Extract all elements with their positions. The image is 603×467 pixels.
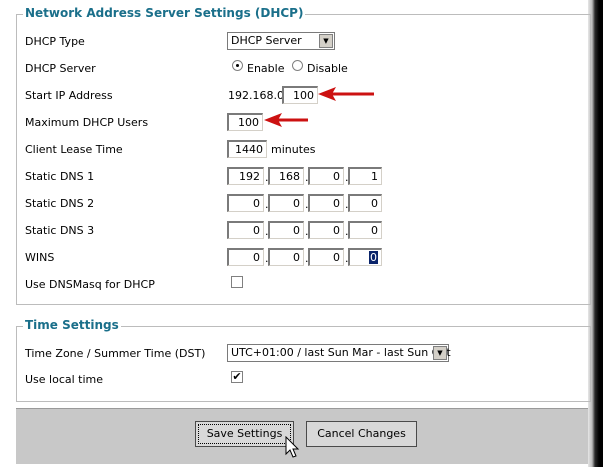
static-dns-3-octet-3[interactable]: 0 xyxy=(308,221,344,239)
dhcp-type-label: DHCP Type xyxy=(25,35,85,48)
static-dns-1-label: Static DNS 1 xyxy=(25,170,95,183)
wins-octet-4-selected-text: 0 xyxy=(369,251,378,264)
chevron-down-icon[interactable]: ▼ xyxy=(319,34,333,48)
max-dhcp-users-input[interactable]: 100 xyxy=(227,113,263,131)
save-settings-button[interactable]: Save Settings xyxy=(195,421,294,447)
cancel-changes-button[interactable]: Cancel Changes xyxy=(306,421,417,447)
static-dns-3-octet-4[interactable]: 0 xyxy=(348,221,382,239)
time-section-legend: Time Settings xyxy=(23,318,121,332)
disable-label: Disable xyxy=(307,62,348,75)
dhcp-server-label: DHCP Server xyxy=(25,62,96,75)
max-dhcp-users-label: Maximum DHCP Users xyxy=(25,116,149,129)
start-ip-prefix: 192.168.0. xyxy=(228,89,288,102)
static-dns-3-label: Static DNS 3 xyxy=(25,224,95,237)
dhcp-settings-section: Network Address Server Settings (DHCP) D… xyxy=(16,6,591,305)
dhcp-server-disable-radio[interactable] xyxy=(292,60,303,71)
static-dns-1-octet-1[interactable]: 192 xyxy=(227,167,264,185)
static-dns-3-octet-1[interactable]: 0 xyxy=(227,221,264,239)
use-local-time-checkbox[interactable]: ✔ xyxy=(231,371,243,383)
timezone-label: Time Zone / Summer Time (DST) xyxy=(25,347,206,360)
start-ip-input[interactable]: 100 xyxy=(282,86,318,104)
client-lease-time-label: Client Lease Time xyxy=(25,143,123,156)
dhcp-type-select[interactable]: DHCP Server ▼ xyxy=(227,32,335,50)
enable-label: Enable xyxy=(247,62,285,75)
save-settings-label: Save Settings xyxy=(198,424,291,444)
static-dns-2-octet-1[interactable]: 0 xyxy=(227,194,264,212)
wins-label: WINS xyxy=(25,251,55,264)
use-dnsmasq-checkbox[interactable] xyxy=(231,276,243,288)
dhcp-section-legend: Network Address Server Settings (DHCP) xyxy=(23,6,306,20)
static-dns-2-octet-4[interactable]: 0 xyxy=(348,194,382,212)
red-arrow-icon xyxy=(264,113,308,127)
dhcp-server-enable-radio[interactable] xyxy=(232,60,243,71)
wins-octet-3[interactable]: 0 xyxy=(308,248,344,266)
lease-unit-label: minutes xyxy=(271,143,316,156)
button-footer: Save Settings Cancel Changes xyxy=(16,408,588,464)
static-dns-2-octet-2[interactable]: 0 xyxy=(268,194,304,212)
mouse-pointer-icon xyxy=(285,436,300,458)
client-lease-time-input[interactable]: 1440 xyxy=(227,140,267,158)
use-local-time-label: Use local time xyxy=(25,373,104,386)
static-dns-3-octet-2[interactable]: 0 xyxy=(268,221,304,239)
wins-octet-1[interactable]: 0 xyxy=(227,248,264,266)
wins-octet-2[interactable]: 0 xyxy=(268,248,304,266)
static-dns-1-octet-3[interactable]: 0 xyxy=(308,167,344,185)
timezone-value: UTC+01:00 / last Sun Mar - last Sun Oct xyxy=(231,346,451,359)
static-dns-1-octet-2[interactable]: 168 xyxy=(268,167,304,185)
timezone-select[interactable]: UTC+01:00 / last Sun Mar - last Sun Oct … xyxy=(227,344,451,362)
time-settings-section: Time Settings Time Zone / Summer Time (D… xyxy=(16,318,591,402)
red-arrow-icon xyxy=(318,87,374,101)
dhcp-type-value: DHCP Server xyxy=(231,34,302,47)
use-dnsmasq-label: Use DNSMasq for DHCP xyxy=(25,278,155,291)
chevron-down-icon[interactable]: ▼ xyxy=(433,346,447,360)
static-dns-2-octet-3[interactable]: 0 xyxy=(308,194,344,212)
static-dns-2-label: Static DNS 2 xyxy=(25,197,95,210)
start-ip-label: Start IP Address xyxy=(25,89,113,102)
wins-octet-4[interactable]: 0 xyxy=(348,248,382,266)
static-dns-1-octet-4[interactable]: 1 xyxy=(348,167,382,185)
